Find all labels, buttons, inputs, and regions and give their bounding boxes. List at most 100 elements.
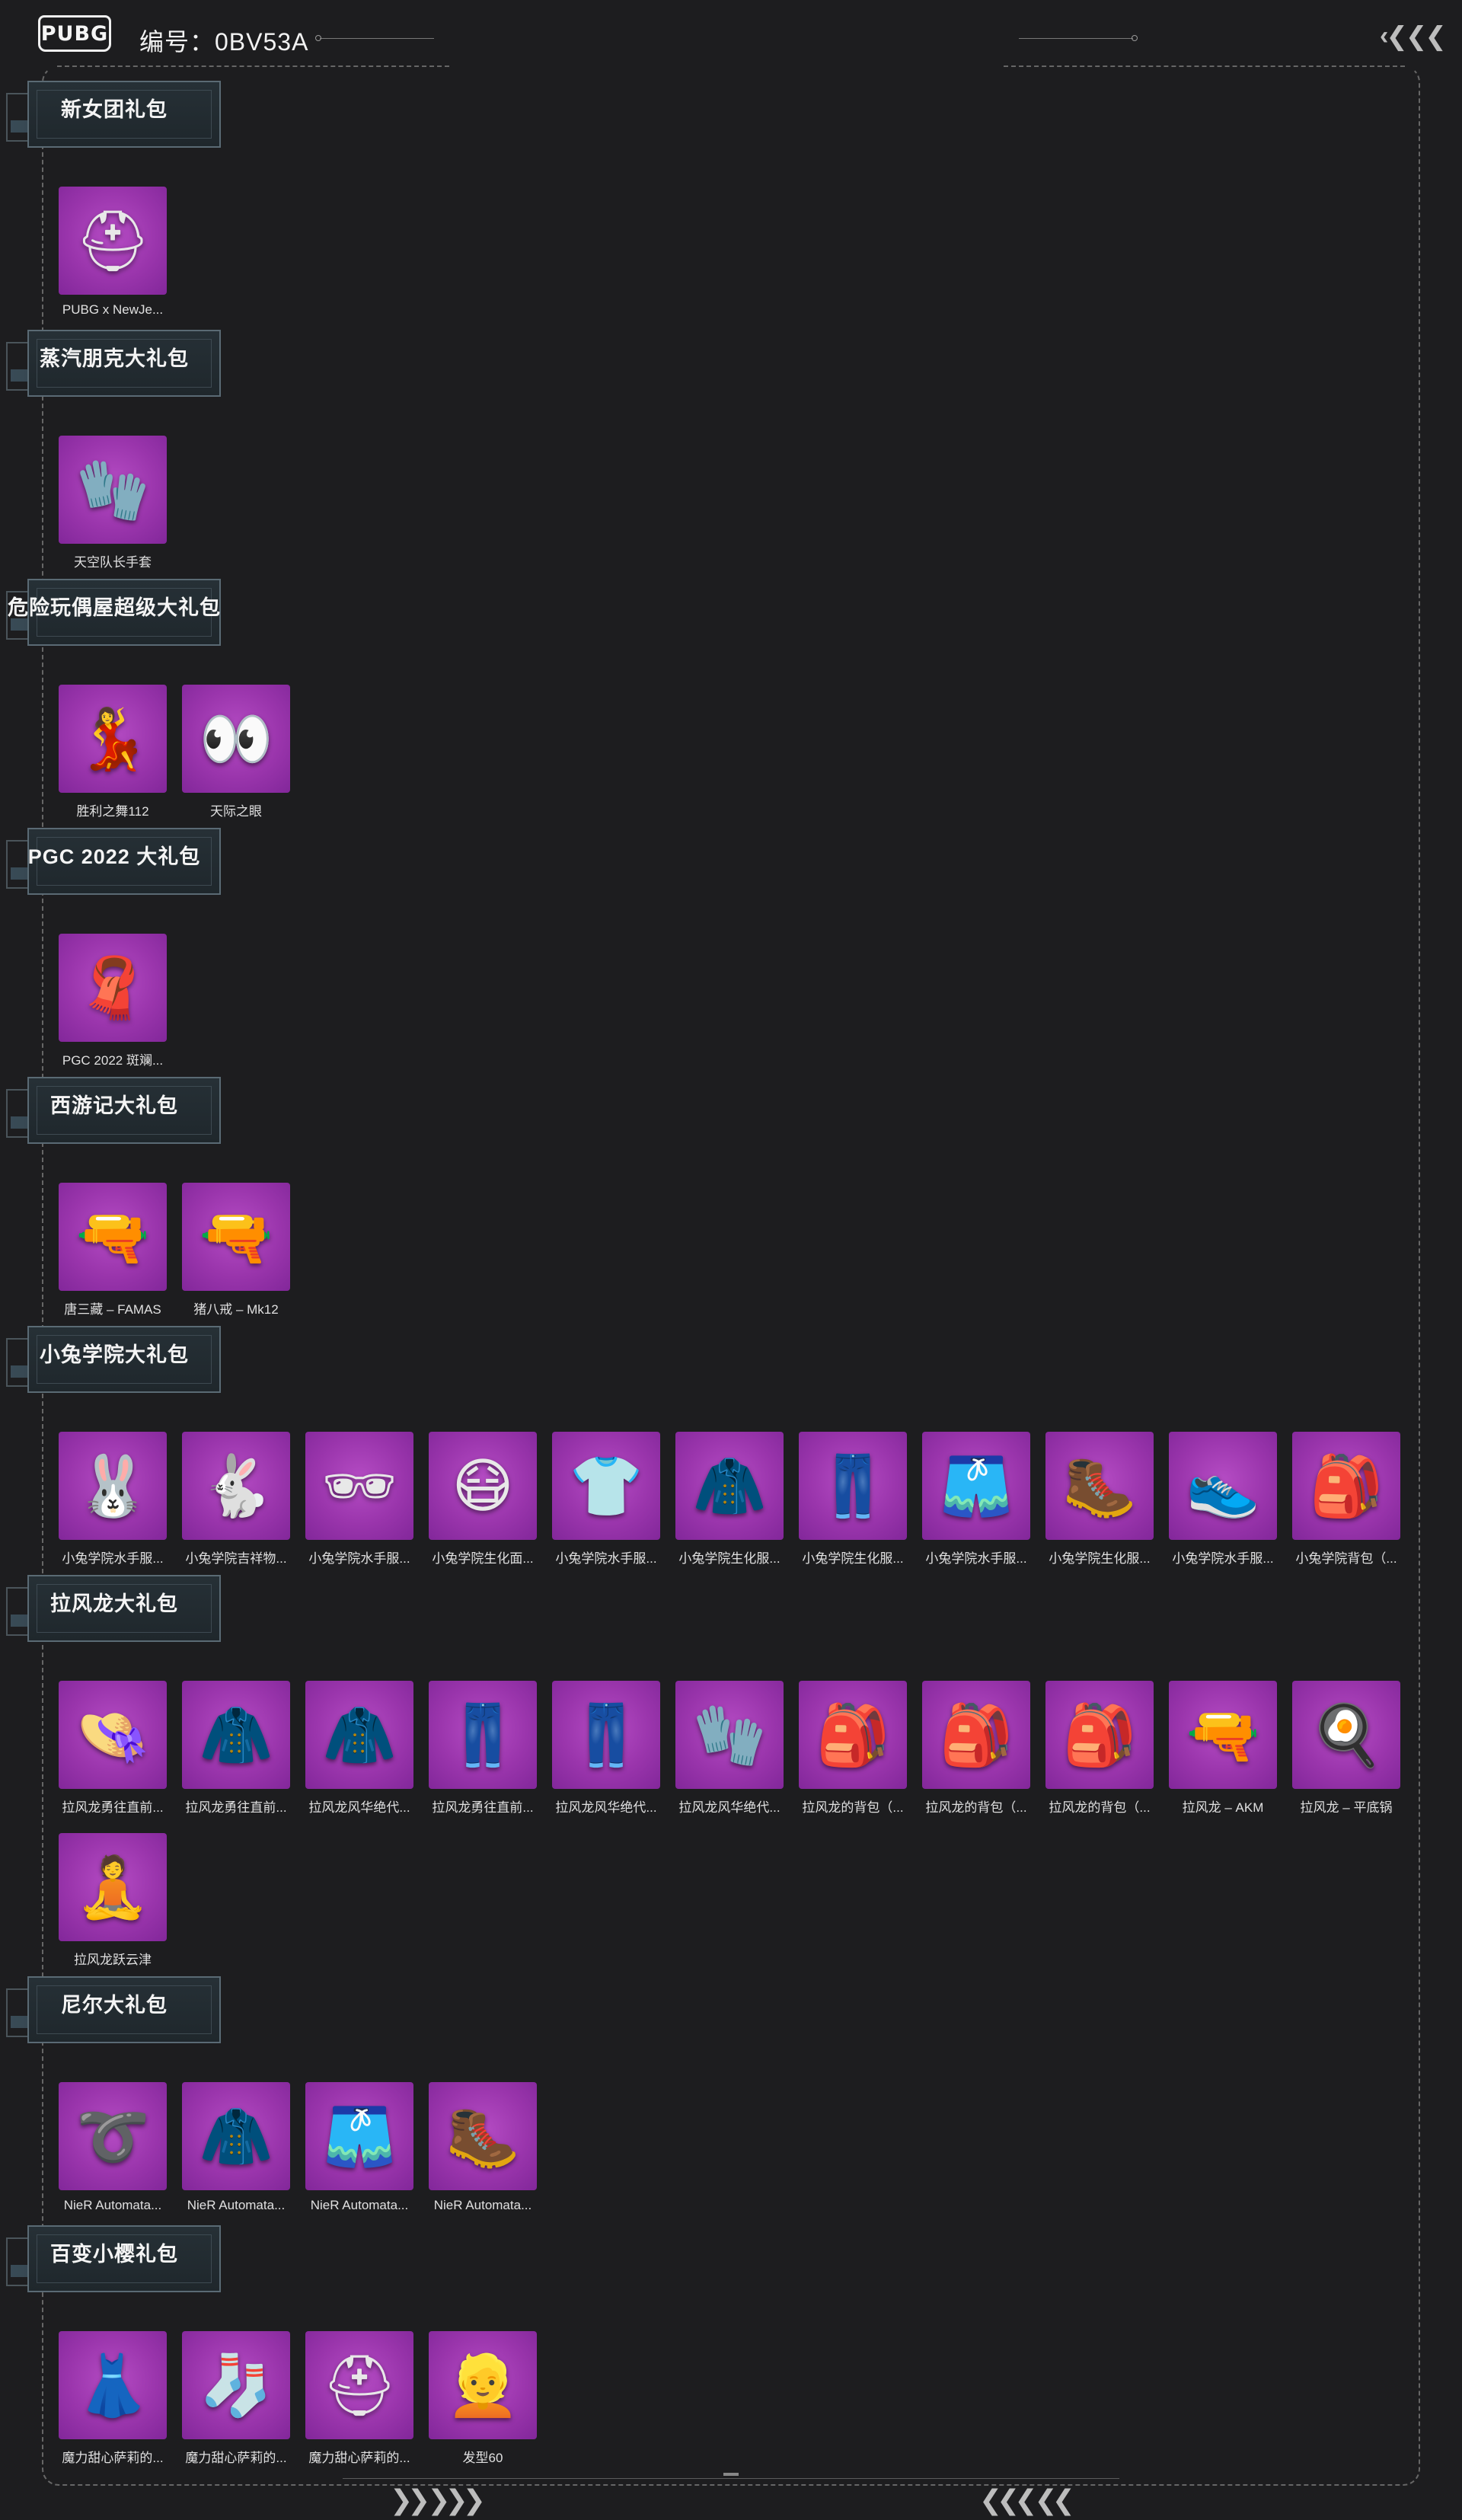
item-thumbnail[interactable]: 😷 [429, 1432, 537, 1540]
item-thumbnail[interactable]: 👕 [552, 1432, 660, 1540]
item-thumbnail[interactable]: 👗 [59, 2331, 167, 2439]
item-thumbnail[interactable]: 👀 [182, 685, 290, 793]
item-thumbnail[interactable]: 🧘 [59, 1833, 167, 1941]
item-thumbnail[interactable]: 👱 [429, 2331, 537, 2439]
item-thumbnail[interactable]: 🩳 [305, 2082, 413, 2190]
item-card[interactable]: 🐰 小兔学院水手服... [59, 1432, 167, 1567]
pants-icon: 👖 [816, 1452, 890, 1519]
item-thumbnail[interactable]: 🔫 [59, 1183, 167, 1291]
item-card[interactable]: 🔫 猪八戒 – Mk12 [182, 1183, 290, 1317]
item-thumbnail[interactable]: 🧥 [182, 2082, 290, 2190]
item-card[interactable]: 👕 小兔学院水手服... [552, 1432, 660, 1567]
item-thumbnail[interactable]: ➰ [59, 2082, 167, 2190]
item-thumbnail[interactable]: 🎒 [1045, 1681, 1154, 1789]
item-card[interactable]: 🔫 唐三藏 – FAMAS [59, 1183, 167, 1317]
item-thumbnail[interactable]: 🧥 [675, 1432, 784, 1540]
item-thumbnail[interactable]: 🥾 [1045, 1432, 1154, 1540]
item-name: 拉风龙的背包（... [802, 1800, 904, 1815]
item-card[interactable]: 👱 发型60 [429, 2331, 537, 2466]
frame-bottom-tick [723, 2473, 739, 2476]
item-thumbnail[interactable]: 🩳 [922, 1432, 1030, 1540]
header-dot-right [1132, 35, 1138, 41]
item-card[interactable]: ⛑ 魔力甜心萨莉的... [305, 2331, 413, 2466]
backpack-icon: 🎒 [1309, 1452, 1384, 1519]
item-name: 天空队长手套 [74, 555, 152, 570]
item-card[interactable]: 👟 小兔学院水手服... [1169, 1432, 1277, 1567]
item-thumbnail[interactable]: 🧤 [675, 1681, 784, 1789]
item-thumbnail[interactable]: 👒 [59, 1681, 167, 1789]
item-card[interactable]: 👗 魔力甜心萨莉的... [59, 2331, 167, 2466]
item-card[interactable]: 👖 拉风龙风华绝代... [552, 1681, 660, 1816]
item-card[interactable]: 🩳 小兔学院水手服... [922, 1432, 1030, 1567]
item-name: PUBG x NewJe... [62, 302, 164, 317]
item-thumbnail[interactable]: 🧦 [182, 2331, 290, 2439]
eyes-sky-icon: 👀 [199, 705, 273, 772]
item-thumbnail[interactable]: 🥾 [429, 2082, 537, 2190]
item-thumbnail[interactable]: 🧣 [59, 934, 167, 1042]
item-name: 发型60 [462, 2451, 503, 2465]
gift-pack-header: 百变小樱礼包 [0, 2221, 228, 2297]
item-card[interactable]: 😷 小兔学院生化面... [429, 1432, 537, 1567]
item-card[interactable]: 🍳 拉风龙 – 平底锅 [1292, 1681, 1400, 1816]
item-card[interactable]: 🕶 小兔学院水手服... [305, 1432, 413, 1567]
item-thumbnail[interactable]: 🐇 [182, 1432, 290, 1540]
item-card[interactable]: ⛑ PUBG x NewJe... [59, 187, 167, 318]
item-card[interactable]: 🥾 NieR Automata... [429, 2082, 537, 2213]
item-card[interactable]: 💃 胜利之舞112 [59, 685, 167, 819]
item-thumbnail[interactable]: 🍳 [1292, 1681, 1400, 1789]
item-thumbnail[interactable]: 🎒 [799, 1681, 907, 1789]
dress-icon: 👗 [75, 2352, 150, 2419]
item-card[interactable]: 🧦 魔力甜心萨莉的... [182, 2331, 290, 2466]
shorts-icon: 🩳 [322, 2103, 397, 2170]
hairstyle-icon: 👱 [445, 2352, 520, 2419]
item-name: 猪八戒 – Mk12 [193, 1302, 279, 1317]
gift-pack-header: 尼尔大礼包 [0, 1972, 228, 2048]
item-card[interactable]: 🧥 NieR Automata... [182, 2082, 290, 2213]
item-thumbnail[interactable]: 👖 [552, 1681, 660, 1789]
item-card[interactable]: 🧥 拉风龙风华绝代... [305, 1681, 413, 1816]
item-thumbnail[interactable]: ⛑ [59, 187, 167, 295]
item-card[interactable]: 🎒 拉风龙的背包（... [922, 1681, 1030, 1816]
item-thumbnail[interactable]: 🕶 [305, 1432, 413, 1540]
helmet-icon: ⛑ [321, 2352, 397, 2419]
item-thumbnail[interactable]: 🧥 [305, 1681, 413, 1789]
item-card[interactable]: 👒 拉风龙勇往直前... [59, 1681, 167, 1816]
item-name: NieR Automata... [187, 2198, 286, 2212]
item-name: 拉风龙风华绝代... [308, 1800, 410, 1815]
item-card[interactable]: 🩳 NieR Automata... [305, 2082, 413, 2213]
item-card[interactable]: 🥾 小兔学院生化服... [1045, 1432, 1154, 1567]
item-thumbnail[interactable]: 👖 [799, 1432, 907, 1540]
item-name: 小兔学院水手服... [1172, 1551, 1274, 1566]
item-card[interactable]: 🧣 PGC 2022 斑斓... [59, 934, 167, 1068]
item-thumbnail[interactable]: 🧥 [182, 1681, 290, 1789]
item-card[interactable]: 👀 天际之眼 [182, 685, 290, 819]
item-card[interactable]: 🧥 拉风龙勇往直前... [182, 1681, 290, 1816]
item-thumbnail[interactable]: 🎒 [922, 1681, 1030, 1789]
item-thumbnail[interactable]: 👖 [429, 1681, 537, 1789]
item-thumbnail[interactable]: 🔫 [182, 1183, 290, 1291]
item-card[interactable]: 🧥 小兔学院生化服... [675, 1432, 784, 1567]
gloves-icon: 🧤 [692, 1701, 767, 1768]
item-card[interactable]: 🎒 小兔学院背包（... [1292, 1432, 1400, 1567]
item-card[interactable]: 🧘 拉风龙跃云津 [59, 1833, 167, 1968]
item-thumbnail[interactable]: 🔫 [1169, 1681, 1277, 1789]
item-thumbnail[interactable]: ⛑ [305, 2331, 413, 2439]
item-name: 魔力甜心萨莉的... [308, 2451, 410, 2465]
item-card[interactable]: 🎒 拉风龙的背包（... [799, 1681, 907, 1816]
item-card[interactable]: 🎒 拉风龙的背包（... [1045, 1681, 1154, 1816]
gift-pack-title: 拉风龙大礼包 [50, 1592, 178, 1615]
item-card[interactable]: 👖 拉风龙勇往直前... [429, 1681, 537, 1816]
item-thumbnail[interactable]: 💃 [59, 685, 167, 793]
item-card[interactable]: ➰ NieR Automata... [59, 2082, 167, 2213]
item-thumbnail[interactable]: 🧤 [59, 436, 167, 544]
item-card[interactable]: 🔫 拉风龙 – AKM [1169, 1681, 1277, 1816]
item-thumbnail[interactable]: 🎒 [1292, 1432, 1400, 1540]
belt-icon: ➰ [75, 2103, 150, 2170]
item-card[interactable]: 🧤 天空队长手套 [59, 436, 167, 570]
item-name: 小兔学院生化面... [432, 1551, 534, 1566]
item-thumbnail[interactable]: 👟 [1169, 1432, 1277, 1540]
item-card[interactable]: 🐇 小兔学院吉祥物... [182, 1432, 290, 1567]
item-card[interactable]: 👖 小兔学院生化服... [799, 1432, 907, 1567]
item-card[interactable]: 🧤 拉风龙风华绝代... [675, 1681, 784, 1816]
item-thumbnail[interactable]: 🐰 [59, 1432, 167, 1540]
